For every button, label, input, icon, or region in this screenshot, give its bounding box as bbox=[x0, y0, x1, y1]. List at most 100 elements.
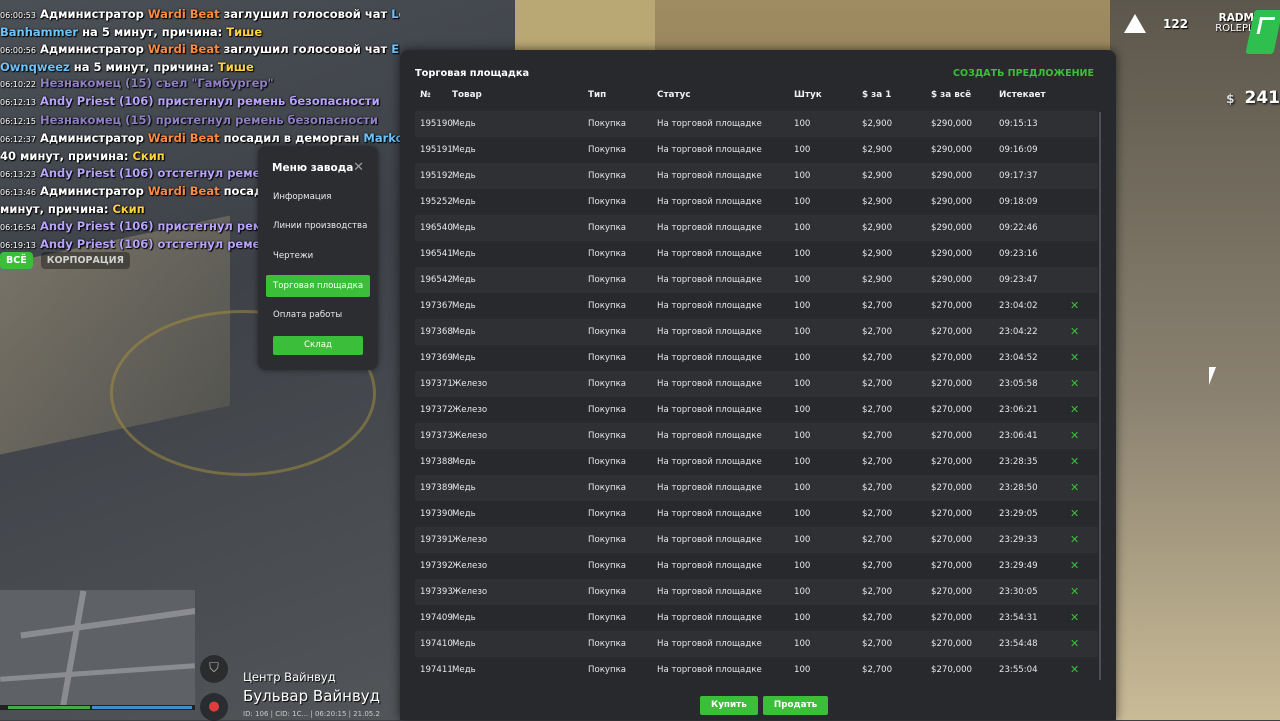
quantity: 100 bbox=[794, 267, 810, 293]
offer-status: На торговой площадке bbox=[657, 371, 762, 397]
unit-price: $2,700 bbox=[862, 631, 892, 657]
create-offer-button[interactable]: СОЗДАТЬ ПРЕДЛОЖЕНИЕ bbox=[953, 68, 1094, 79]
delete-icon[interactable]: ✕ bbox=[1070, 579, 1079, 605]
chat-message: 06:12:13 Andy Priest (106) пристегнул ре… bbox=[0, 93, 400, 111]
delete-icon[interactable]: ✕ bbox=[1070, 371, 1079, 397]
chat-tab-corporation[interactable]: КОРПОРАЦИЯ bbox=[41, 252, 130, 269]
chat-tab-all[interactable]: ВСЁ bbox=[0, 252, 33, 269]
delete-icon[interactable]: ✕ bbox=[1070, 527, 1079, 553]
expires-time: 09:22:46 bbox=[999, 215, 1038, 241]
offer-id: 196540 bbox=[420, 215, 453, 241]
delete-icon[interactable]: ✕ bbox=[1070, 475, 1079, 501]
quantity: 100 bbox=[794, 449, 810, 475]
menu-item-marketplace[interactable]: Торговая площадка bbox=[266, 275, 370, 297]
factory-menu: Меню завода ✕ Информация Линии производс… bbox=[258, 146, 378, 370]
delete-icon[interactable]: ✕ bbox=[1070, 631, 1079, 657]
table-row[interactable]: 195252МедьПокупкаНа торговой площадке100… bbox=[415, 189, 1098, 215]
table-row[interactable]: 195190МедьПокупкаНа торговой площадке100… bbox=[415, 111, 1098, 137]
expires-time: 23:29:05 bbox=[999, 501, 1038, 527]
mouse-cursor-icon bbox=[1209, 367, 1216, 385]
table-row[interactable]: 197369МедьПокупкаНа торговой площадке100… bbox=[415, 345, 1098, 371]
offer-id: 195191 bbox=[420, 137, 453, 163]
menu-item-blueprints[interactable]: Чертежи bbox=[266, 245, 370, 267]
health-bar bbox=[8, 706, 90, 709]
unit-price: $2,700 bbox=[862, 293, 892, 319]
delete-icon[interactable]: ✕ bbox=[1070, 397, 1079, 423]
unit-price: $2,700 bbox=[862, 527, 892, 553]
column-header-number: № bbox=[420, 90, 431, 100]
chat-timestamp: 06:10:22 bbox=[0, 80, 36, 89]
table-row[interactable]: 197410МедьПокупкаНа торговой площадке100… bbox=[415, 631, 1098, 657]
table-row[interactable]: 197393ЖелезоПокупкаНа торговой площадке1… bbox=[415, 579, 1098, 605]
offer-status: На торговой площадке bbox=[657, 605, 762, 631]
menu-item-info[interactable]: Информация bbox=[266, 186, 370, 208]
offer-id: 197410 bbox=[420, 631, 453, 657]
chat-text: на 5 минут, причина: bbox=[70, 60, 218, 74]
delete-icon[interactable]: ✕ bbox=[1070, 345, 1079, 371]
table-row[interactable]: 196541МедьПокупкаНа торговой площадке100… bbox=[415, 241, 1098, 267]
total-price: $290,000 bbox=[931, 163, 972, 189]
panel-title: Торговая площадка bbox=[415, 68, 529, 79]
total-price: $270,000 bbox=[931, 345, 972, 371]
buy-button[interactable]: Купить bbox=[700, 696, 758, 715]
delete-icon[interactable]: ✕ bbox=[1070, 501, 1079, 527]
table-row[interactable]: 196542МедьПокупкаНа торговой площадке100… bbox=[415, 267, 1098, 293]
delete-icon[interactable]: ✕ bbox=[1070, 423, 1079, 449]
chat-text: Envinidze bbox=[391, 42, 400, 56]
table-row[interactable]: 195192МедьПокупкаНа торговой площадке100… bbox=[415, 163, 1098, 189]
offer-id: 197373 bbox=[420, 423, 453, 449]
item-name: Медь bbox=[452, 241, 476, 267]
total-price: $270,000 bbox=[931, 319, 972, 345]
close-icon[interactable]: ✕ bbox=[353, 160, 364, 175]
delete-icon[interactable]: ✕ bbox=[1070, 319, 1079, 345]
table-row[interactable]: 195191МедьПокупкаНа торговой площадке100… bbox=[415, 137, 1098, 163]
item-name: Медь bbox=[452, 449, 476, 475]
table-row[interactable]: 197388МедьПокупкаНа торговой площадке100… bbox=[415, 449, 1098, 475]
table-row[interactable]: 197390МедьПокупкаНа торговой площадке100… bbox=[415, 501, 1098, 527]
delete-icon[interactable]: ✕ bbox=[1070, 293, 1079, 319]
table-row[interactable]: 197392ЖелезоПокупкаНа торговой площадке1… bbox=[415, 553, 1098, 579]
table-row[interactable]: 197372ЖелезоПокупкаНа торговой площадке1… bbox=[415, 397, 1098, 423]
delete-icon[interactable]: ✕ bbox=[1070, 657, 1079, 683]
menu-item-production-lines[interactable]: Линии производства bbox=[266, 215, 370, 237]
quantity: 100 bbox=[794, 475, 810, 501]
expires-time: 23:04:22 bbox=[999, 319, 1038, 345]
chat-text: Andy Priest (106) отстегнул ремень бе bbox=[36, 237, 296, 251]
table-row[interactable]: 197367МедьПокупкаНа торговой площадке100… bbox=[415, 293, 1098, 319]
sell-button[interactable]: Продать bbox=[763, 696, 828, 715]
unit-price: $2,900 bbox=[862, 267, 892, 293]
server-hud: 122 RADMIR ROLEPLAY bbox=[1120, 8, 1280, 56]
scrollbar[interactable] bbox=[1099, 112, 1101, 680]
quantity: 100 bbox=[794, 111, 810, 137]
table-row[interactable]: 197389МедьПокупкаНа торговой площадке100… bbox=[415, 475, 1098, 501]
table-row[interactable]: 197391ЖелезоПокупкаНа торговой площадке1… bbox=[415, 527, 1098, 553]
warehouse-button[interactable]: Склад bbox=[273, 336, 363, 355]
street-name: Бульвар Вайнвуд bbox=[243, 687, 380, 705]
offer-id: 197389 bbox=[420, 475, 453, 501]
table-row[interactable]: 197411МедьПокупкаНа торговой площадке100… bbox=[415, 657, 1098, 683]
table-row[interactable]: 197409МедьПокупкаНа торговой площадке100… bbox=[415, 605, 1098, 631]
table-row[interactable]: 197368МедьПокупкаНа торговой площадке100… bbox=[415, 319, 1098, 345]
chat-timestamp: 06:13:46 bbox=[0, 188, 36, 197]
chat-tabs: ВСЁ КОРПОРАЦИЯ bbox=[0, 252, 130, 269]
quantity: 100 bbox=[794, 657, 810, 683]
unit-price: $2,700 bbox=[862, 423, 892, 449]
expires-time: 23:04:52 bbox=[999, 345, 1038, 371]
delete-icon[interactable]: ✕ bbox=[1070, 449, 1079, 475]
delete-icon[interactable]: ✕ bbox=[1070, 553, 1079, 579]
total-price: $290,000 bbox=[931, 111, 972, 137]
delete-icon[interactable]: ✕ bbox=[1070, 605, 1079, 631]
menu-item-payment[interactable]: Оплата работы bbox=[266, 304, 370, 326]
expires-time: 23:29:49 bbox=[999, 553, 1038, 579]
quantity: 100 bbox=[794, 553, 810, 579]
scrollbar-thumb[interactable] bbox=[1099, 112, 1101, 680]
total-price: $270,000 bbox=[931, 475, 972, 501]
offer-status: На торговой площадке bbox=[657, 267, 762, 293]
total-price: $270,000 bbox=[931, 371, 972, 397]
table-row[interactable]: 197371ЖелезоПокупкаНа торговой площадке1… bbox=[415, 371, 1098, 397]
table-row[interactable]: 197373ЖелезоПокупкаНа торговой площадке1… bbox=[415, 423, 1098, 449]
table-row[interactable]: 196540МедьПокупкаНа торговой площадке100… bbox=[415, 215, 1098, 241]
shield-icon: ⛉ bbox=[200, 655, 228, 683]
offer-status: На торговой площадке bbox=[657, 137, 762, 163]
expires-time: 23:54:31 bbox=[999, 605, 1038, 631]
